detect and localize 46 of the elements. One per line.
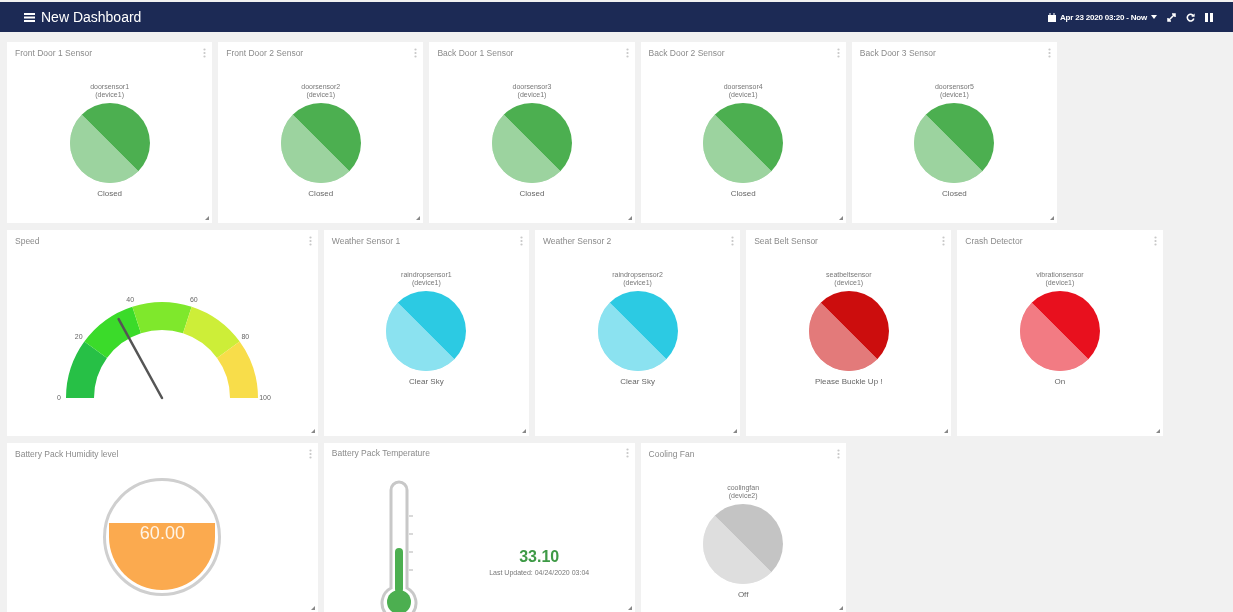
expand-icon[interactable] [1167, 12, 1176, 22]
resize-handle-icon[interactable] [205, 216, 210, 220]
widget-title: Battery Pack Temperature [331, 448, 430, 458]
status-value: Off [737, 590, 749, 599]
status-value: Clear Sky [409, 377, 444, 386]
status-value: Closed [308, 189, 334, 198]
resize-handle-icon[interactable] [416, 216, 421, 220]
widget-title: Cooling Fan [648, 449, 695, 459]
refresh-icon[interactable] [1186, 12, 1195, 22]
status-value: Closed [519, 189, 545, 198]
resize-handle-icon[interactable] [1049, 216, 1054, 220]
status-value: Please Buckle Up ! [814, 377, 883, 386]
status-value: Clear Sky [620, 377, 655, 386]
status-value: Closed [97, 189, 123, 198]
resize-handle-icon[interactable] [310, 606, 315, 610]
dashboard-title: New Dashboard [41, 9, 142, 25]
calendar-icon [1048, 12, 1056, 22]
resize-handle-icon[interactable] [627, 606, 632, 610]
resize-handle-icon[interactable] [310, 429, 315, 433]
temperature-value: 33.10 [519, 548, 560, 566]
widget-title: Weather Sensor 2 [542, 236, 612, 246]
resize-handle-icon[interactable] [521, 429, 526, 433]
humidity-value: 60.00 [139, 522, 185, 544]
resize-handle-icon[interactable] [733, 429, 738, 433]
status-value: Closed [941, 189, 967, 198]
widget-title: Back Door 1 Sensor [437, 48, 514, 58]
widget-title: Back Door 3 Sensor [859, 48, 936, 58]
time-range-dropdown[interactable]: Apr 23 2020 03:20 - Now [1048, 12, 1157, 22]
pause-icon[interactable] [1205, 12, 1213, 22]
widget-title: Front Door 1 Sensor [15, 48, 92, 58]
resize-handle-icon[interactable] [944, 429, 949, 433]
widget-title: Weather Sensor 1 [331, 236, 401, 246]
status-value: On [1054, 377, 1066, 386]
resize-handle-icon[interactable] [838, 606, 843, 610]
widget-title: Crash Detector [965, 236, 1023, 246]
widget-title: Battery Pack Humidity level [15, 449, 119, 459]
widget-title: Back Door 2 Sensor [648, 48, 725, 58]
menu-icon[interactable] [24, 12, 35, 22]
widget-title: Front Door 2 Sensor [226, 48, 304, 58]
status-value: Closed [730, 189, 756, 198]
resize-handle-icon[interactable] [627, 216, 632, 220]
widget-title: Seat Belt Sensor [754, 236, 818, 246]
widget-title: Speed [15, 236, 40, 246]
caret-icon [1151, 15, 1157, 19]
resize-handle-icon[interactable] [1155, 429, 1160, 433]
resize-handle-icon[interactable] [838, 216, 843, 220]
